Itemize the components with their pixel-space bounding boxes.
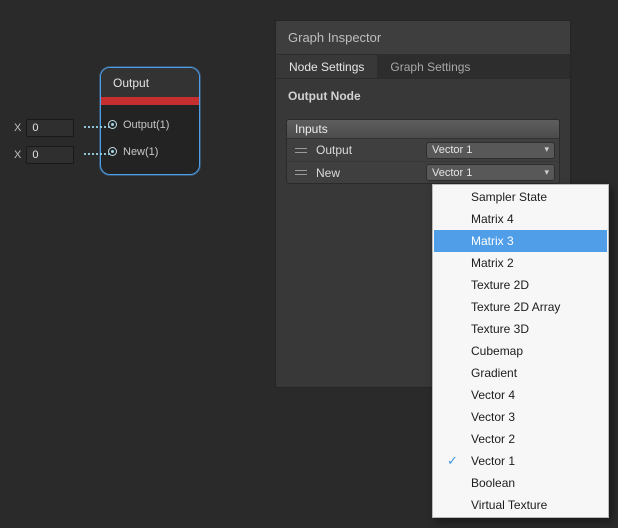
edge-connector [84, 126, 110, 128]
inspector-header[interactable]: Graph Inspector [276, 21, 570, 55]
tab-node-settings[interactable]: Node Settings [276, 55, 377, 78]
menu-item-cubemap[interactable]: ✓Cubemap [434, 340, 607, 362]
drag-handle-icon[interactable] [295, 170, 307, 175]
menu-item-label: Matrix 2 [471, 256, 514, 270]
menu-item-label: Matrix 3 [471, 234, 514, 248]
menu-item-vector-4[interactable]: ✓Vector 4 [434, 384, 607, 406]
field-axis-label: X [14, 149, 21, 161]
type-dropdown-output[interactable]: Vector 1 ▾ [426, 142, 555, 159]
check-icon: ✓ [447, 454, 471, 469]
input-name: Output [316, 143, 426, 157]
menu-item-label: Sampler State [471, 190, 547, 204]
caret-down-icon: ▾ [544, 145, 549, 155]
output-node[interactable]: Output Output(1) New(1) [100, 67, 200, 175]
menu-item-label: Vector 1 [471, 454, 515, 468]
field-value-input[interactable]: 0 [26, 146, 74, 164]
tab-graph-settings[interactable]: Graph Settings [377, 55, 483, 78]
menu-item-vector-2[interactable]: ✓Vector 2 [434, 428, 607, 450]
inputs-list-header: Inputs [287, 120, 559, 139]
node-title-bar[interactable]: Output [101, 68, 199, 97]
menu-item-label: Vector 2 [471, 432, 515, 446]
default-value-field-output: X 0 [14, 118, 74, 137]
edge-connector [84, 153, 110, 155]
drag-handle-icon[interactable] [295, 148, 307, 153]
field-value-input[interactable]: 0 [26, 119, 74, 137]
node-accent-bar [101, 97, 199, 105]
menu-item-label: Cubemap [471, 344, 523, 358]
menu-item-matrix-3[interactable]: ✓Matrix 3 [434, 230, 607, 252]
menu-item-label: Vector 4 [471, 388, 515, 402]
dropdown-value: Vector 1 [432, 144, 472, 156]
menu-item-label: Gradient [471, 366, 517, 380]
input-name: New [316, 166, 426, 180]
menu-item-texture-3d[interactable]: ✓Texture 3D [434, 318, 607, 340]
inputs-list: Inputs Output Vector 1 ▾ New Vector 1 ▾ [286, 119, 560, 184]
menu-item-label: Texture 3D [471, 322, 529, 336]
menu-item-vector-3[interactable]: ✓Vector 3 [434, 406, 607, 428]
menu-item-label: Matrix 4 [471, 212, 514, 226]
menu-item-virtual-texture[interactable]: ✓Virtual Texture [434, 494, 607, 516]
menu-item-boolean[interactable]: ✓Boolean [434, 472, 607, 494]
port-label: New(1) [123, 146, 158, 158]
default-value-field-new: X 0 [14, 145, 74, 164]
menu-item-sampler-state[interactable]: ✓Sampler State [434, 186, 607, 208]
input-row-output[interactable]: Output Vector 1 ▾ [287, 139, 559, 161]
menu-item-label: Texture 2D [471, 278, 529, 292]
inspector-body: Output Node Inputs Output Vector 1 ▾ New… [276, 89, 570, 184]
type-dropdown-new[interactable]: Vector 1 ▾ [426, 164, 555, 181]
menu-item-vector-1[interactable]: ✓Vector 1 [434, 450, 607, 472]
inspector-tabbar: Node Settings Graph Settings [276, 55, 570, 79]
menu-item-label: Texture 2D Array [471, 300, 560, 314]
menu-item-matrix-2[interactable]: ✓Matrix 2 [434, 252, 607, 274]
menu-item-texture-2d[interactable]: ✓Texture 2D [434, 274, 607, 296]
menu-item-gradient[interactable]: ✓Gradient [434, 362, 607, 384]
node-body: Output(1) New(1) [101, 105, 199, 165]
field-axis-label: X [14, 122, 21, 134]
inspector-title: Graph Inspector [288, 30, 381, 45]
node-title: Output [113, 76, 149, 90]
menu-item-label: Vector 3 [471, 410, 515, 424]
menu-item-matrix-4[interactable]: ✓Matrix 4 [434, 208, 607, 230]
dropdown-value: Vector 1 [432, 167, 472, 179]
type-dropdown-menu: ✓Sampler State ✓Matrix 4 ✓Matrix 3 ✓Matr… [432, 184, 609, 518]
port-label: Output(1) [123, 119, 169, 131]
menu-item-label: Virtual Texture [471, 498, 547, 512]
port-row-output[interactable]: Output(1) [101, 111, 199, 138]
section-title: Output Node [288, 89, 558, 103]
menu-item-label: Boolean [471, 476, 515, 490]
caret-down-icon: ▾ [544, 168, 549, 178]
port-row-new[interactable]: New(1) [101, 138, 199, 165]
input-row-new[interactable]: New Vector 1 ▾ [287, 161, 559, 183]
menu-item-texture-2d-array[interactable]: ✓Texture 2D Array [434, 296, 607, 318]
